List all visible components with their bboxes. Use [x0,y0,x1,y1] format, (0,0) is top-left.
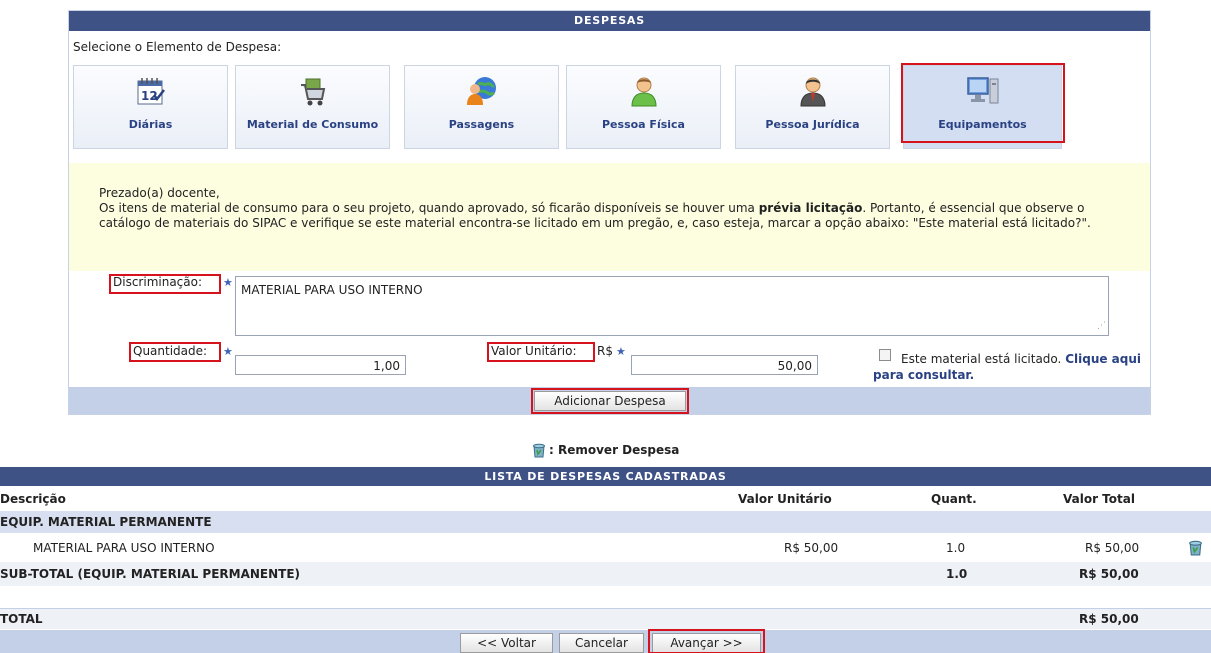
quantidade-field[interactable]: 1,00 [235,355,406,375]
item-valor-total: R$ 50,00 [1085,541,1140,555]
calendar-icon: 12 [137,78,165,105]
discriminacao-field[interactable]: MATERIAL PARA USO INTERNO [235,276,1109,336]
resize-handle-icon[interactable]: ⋰ [1097,321,1106,331]
highlight-box [129,342,221,362]
tile-label: Diárias [128,118,173,131]
item-quant: 1.0 [946,541,966,555]
col-descricao: Descrição [0,492,66,506]
select-element-label: Selecione o Elemento de Despesa: [73,40,282,54]
legend-text: : Remover Despesa [549,443,680,457]
col-quant: Quant. [931,492,977,506]
licitado-text-wrap: Este material está licitado. Clique aqui… [873,351,1149,383]
item-valor-unitario: R$ 50,00 [784,541,839,555]
group-row: EQUIP. MATERIAL PERMANENTE [0,511,1211,533]
despesas-panel: DESPESAS Selecione o Elemento de Despesa… [68,10,1151,415]
subtotal-valor: R$ 50,00 [1079,567,1139,581]
highlight-box [648,629,765,653]
tile-pessoa-juridica[interactable]: Pessoa Jurídica [735,65,890,149]
tile-label: Pessoa Física [602,118,685,131]
nav-bar: << Voltar Cancelar Avançar >> [0,629,1211,653]
panel-title: DESPESAS [69,11,1150,31]
total-valor: R$ 50,00 [1079,612,1139,626]
required-icon: ★ [223,345,233,358]
licitado-text: Este material está licitado. [901,352,1062,366]
shopping-cart-icon [300,78,325,106]
highlight-box [901,63,1065,143]
valor-unitario-field[interactable]: 50,00 [631,355,818,375]
globe-person-icon [466,77,496,105]
list-title: LISTA DE DESPESAS CADASTRADAS [0,467,1211,486]
notice-bold: prévia licitação [758,201,863,215]
back-button[interactable]: << Voltar [460,633,553,653]
required-icon: ★ [223,276,233,289]
notice-greeting: Prezado(a) docente, [99,186,220,200]
col-valor-unitario: Valor Unitário [738,492,832,506]
table-row: MATERIAL PARA USO INTERNO R$ 50,00 1.0 R… [0,535,1211,561]
col-valor-total: Valor Total [1063,492,1135,506]
tile-passagens[interactable]: Passagens [404,65,559,149]
subtotal-row: SUB-TOTAL (EQUIP. MATERIAL PERMANENTE) 1… [0,562,1211,586]
required-icon: ★ [616,345,626,358]
notice-text: Os itens de material de consumo para o s… [99,201,1091,230]
total-row: TOTAL R$ 50,00 [0,609,1211,629]
panel-footer: Adicionar Despesa [69,387,1150,414]
highlight-box [487,342,595,362]
item-descricao: MATERIAL PARA USO INTERNO [33,541,215,555]
subtotal-label: SUB-TOTAL (EQUIP. MATERIAL PERMANENTE) [0,567,301,581]
subtotal-quant: 1.0 [946,567,968,581]
tile-material-consumo[interactable]: Material de Consumo [235,65,390,149]
tile-label: Passagens [448,118,515,131]
highlight-box [109,274,221,294]
person-icon [630,77,657,107]
remove-expense-icon[interactable] [1187,539,1204,556]
tile-pessoa-fisica[interactable]: Pessoa Física [566,65,721,149]
table-header-row: Descrição Valor Unitário Quant. Valor To… [0,489,1211,509]
notice-box: Prezado(a) docente, Os itens de material… [69,163,1150,271]
tile-diarias[interactable]: 12 Diárias [73,65,228,149]
currency-label: R$ [597,344,613,358]
group-label: EQUIP. MATERIAL PERMANENTE [0,515,212,529]
trash-icon [533,443,545,458]
total-label: TOTAL [0,612,43,626]
tile-label: Material de Consumo [246,118,379,131]
cancel-button[interactable]: Cancelar [559,633,644,653]
legend: : Remover Despesa [531,440,679,460]
business-person-icon [799,77,826,107]
highlight-box [531,388,689,414]
tile-label: Pessoa Jurídica [765,118,860,131]
